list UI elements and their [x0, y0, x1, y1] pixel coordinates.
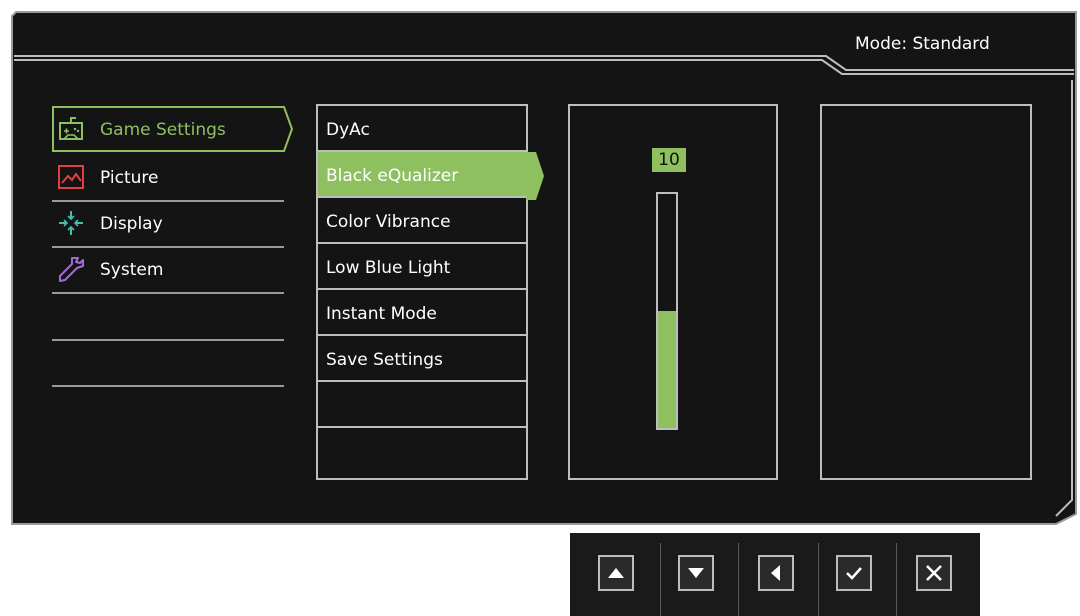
submenu-item-label: Save Settings [326, 350, 443, 370]
confirm-button[interactable] [836, 555, 872, 591]
check-icon [846, 567, 862, 580]
menu-item-system[interactable]: System [52, 246, 284, 292]
menu-item-game-settings[interactable]: Game Settings [52, 106, 294, 152]
menu-divider [52, 339, 284, 341]
submenu-item-instant-mode[interactable]: Instant Mode [318, 290, 526, 336]
menu-divider [52, 246, 284, 248]
display-icon [56, 208, 86, 238]
submenu-item-label: Instant Mode [326, 304, 437, 324]
menu-divider [52, 200, 284, 202]
submenu-item-label: Low Blue Light [326, 258, 451, 278]
exit-button[interactable] [916, 555, 952, 591]
slider-fill [658, 311, 676, 428]
mode-label: Mode: Standard [855, 34, 990, 54]
gamepad-icon [56, 114, 86, 144]
menu-item-label: Picture [100, 168, 159, 188]
control-key-bar [570, 533, 980, 616]
submenu-item-low-blue-light[interactable]: Low Blue Light [318, 244, 526, 290]
down-button[interactable] [678, 555, 714, 591]
submenu-item-color-vibrance[interactable]: Color Vibrance [318, 198, 526, 244]
nav-divider [818, 543, 819, 616]
nav-divider [660, 543, 661, 616]
submenu-item-label: DyAc [326, 120, 370, 140]
submenu-item-empty [318, 428, 526, 474]
submenu-item-label: Black eQualizer [326, 166, 459, 186]
submenu-item-empty [318, 382, 526, 428]
left-arrow-icon [771, 565, 780, 581]
submenu-item-save-settings[interactable]: Save Settings [318, 336, 526, 382]
menu-item-label: Display [100, 214, 163, 234]
menu-item-label: Game Settings [100, 120, 226, 140]
nav-divider [738, 543, 739, 616]
left-button[interactable] [758, 555, 794, 591]
down-arrow-icon [688, 568, 704, 578]
menu-item-picture[interactable]: Picture [52, 154, 284, 200]
value-readout: 10 [652, 148, 686, 172]
menu-divider [52, 292, 284, 294]
submenu-item-dyac[interactable]: DyAc [318, 106, 526, 152]
menu-divider [52, 385, 284, 387]
selection-pointer [526, 152, 544, 200]
submenu-item-black-equalizer[interactable]: Black eQualizer [318, 152, 526, 198]
nav-divider [896, 543, 897, 616]
up-button[interactable] [598, 555, 634, 591]
submenu-item-label: Color Vibrance [326, 212, 451, 232]
level-slider[interactable] [656, 192, 678, 430]
option-panel [820, 104, 1032, 480]
menu-item-display[interactable]: Display [52, 200, 284, 246]
up-arrow-icon [608, 568, 624, 578]
picture-icon [56, 162, 86, 192]
close-icon [926, 565, 942, 581]
sub-menu: DyAc Black eQualizer Color Vibrance Low … [316, 104, 528, 480]
wrench-icon [56, 254, 86, 284]
menu-item-label: System [100, 260, 164, 280]
